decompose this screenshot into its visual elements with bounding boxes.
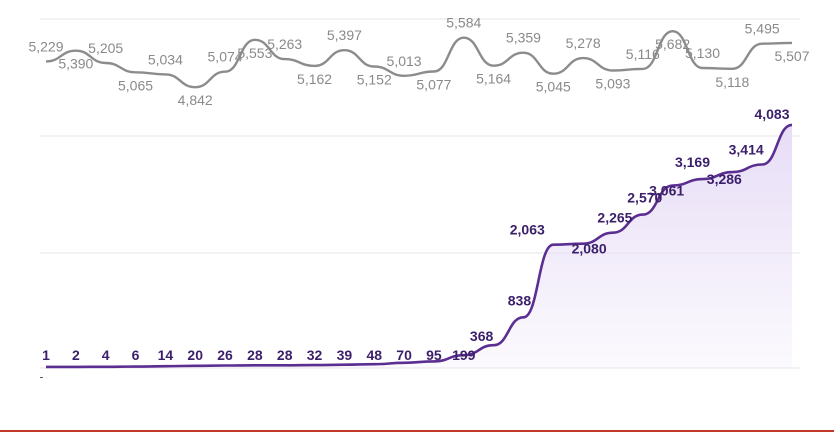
lower-data-label: 4 [102,347,110,363]
lower-data-label: 2,063 [510,222,545,238]
upper-data-label: 5,118 [715,74,749,90]
lower-data-label: 3,169 [675,154,710,170]
lower-data-label: 48 [366,347,382,363]
upper-data-label: 5,390 [58,56,93,72]
lower-data-label: 199 [452,347,476,363]
upper-data-label: 5,130 [685,45,720,61]
lower-data-label: 28 [247,347,263,363]
lower-data-label: 3,414 [729,142,764,158]
lower-data-label: 3,286 [707,171,742,187]
upper-data-label: 5,034 [148,51,183,67]
lower-data-label: 4,083 [754,106,789,122]
lower-data-label: 14 [158,347,174,363]
stray-mark [40,377,43,378]
upper-data-label: 5,584 [446,15,481,31]
lower-data-label: 95 [426,347,442,363]
upper-data-label: 5,507 [774,48,809,64]
line-chart: 1 2 4 6 14 20 26 28 28 32 39 48 70 95 199 368 838 2,063 2,… [28,15,810,369]
lower-data-label: 838 [508,292,532,308]
upper-data-label: 5,077 [416,77,451,93]
upper-data-label: 5,162 [297,71,332,87]
upper-data-label: 4,842 [178,92,213,108]
lower-data-label: 28 [277,347,293,363]
lower-data-label: 32 [307,347,323,363]
lower-data-label: 20 [187,347,203,363]
lower-data-label: 70 [396,347,412,363]
lower-data-label: 39 [337,347,353,363]
upper-data-label: 5,205 [88,40,123,56]
upper-data-label: 5,164 [476,71,511,87]
lower-data-label: 1 [42,347,50,363]
lower-data-label: 2,265 [597,210,632,226]
upper-data-label: 5,065 [118,77,153,93]
upper-data-label: 5,263 [267,36,302,52]
lower-data-label: 2 [72,347,80,363]
upper-data-label: 5,229 [28,38,63,54]
upper-data-label: 5,495 [745,21,780,37]
upper-data-label: 5,278 [566,35,601,51]
upper-data-label: 5,397 [327,27,362,43]
lower-data-label: 6 [132,347,140,363]
upper-data-label: 5,359 [506,30,541,46]
lower-data-label: 368 [470,328,494,344]
upper-data-label: 5,152 [357,72,392,88]
red-divider-line [0,430,834,432]
upper-data-label: 5,093 [595,75,630,91]
upper-data-label: 5,045 [536,79,571,95]
lower-data-label: 26 [217,347,233,363]
lower-data-label: 2,080 [572,241,607,257]
lower-data-label: 3,061 [649,182,684,198]
upper-data-label: 5,013 [387,53,422,69]
